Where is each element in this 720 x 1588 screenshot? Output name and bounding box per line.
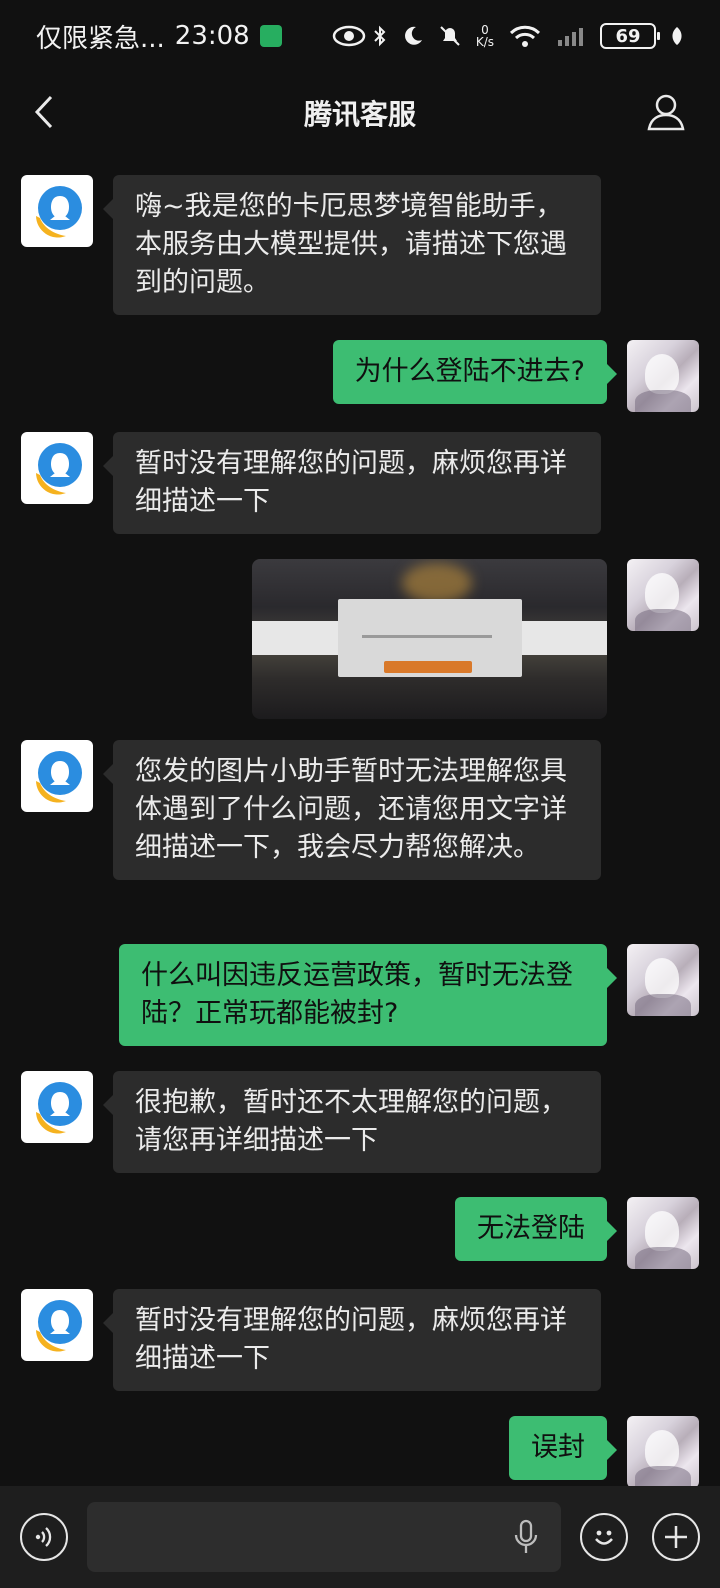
- eye-icon: [332, 25, 365, 47]
- plus-button[interactable]: [652, 1513, 700, 1561]
- message-bubble[interactable]: 暂时没有理解您的问题，麻烦您再详细描述一下: [103, 432, 601, 534]
- message-input[interactable]: [87, 1502, 561, 1572]
- mute-bell-icon: [440, 26, 460, 46]
- tencent-service-icon: [36, 1300, 82, 1352]
- net-speed-unit: K/s: [475, 35, 494, 49]
- tencent-service-icon: [36, 751, 82, 803]
- status-icons: 0 K/s 69: [372, 23, 684, 49]
- image-message[interactable]: [252, 559, 607, 719]
- message-bubble[interactable]: 暂时没有理解您的问题，麻烦您再详细描述一下: [103, 1289, 601, 1391]
- chat-header: 腾讯客服: [0, 72, 720, 154]
- tencent-service-icon: [36, 443, 82, 495]
- bot-avatar[interactable]: [21, 740, 93, 812]
- message-row-bot: 暂时没有理解您的问题，麻烦您再详细描述一下: [21, 432, 601, 534]
- microphone-icon: [514, 1519, 538, 1553]
- carrier-label: 仅限紧急...: [36, 23, 165, 54]
- message-row-user: 什么叫因违反运营政策，暂时无法登陆？正常玩都能被封?: [119, 944, 699, 1046]
- message-row-user: 为什么登陆不进去?: [332, 340, 699, 412]
- message-row-user: 无法登陆: [455, 1197, 699, 1269]
- bot-avatar[interactable]: [21, 1071, 93, 1143]
- back-button[interactable]: [22, 90, 66, 134]
- chat-screen: 仅限紧急... 23:08 0 K/s 69 腾讯客服 嗨~我是您的卡厄思梦境智…: [0, 0, 720, 1588]
- image-dialog-line: [362, 635, 492, 638]
- user-avatar[interactable]: [627, 944, 699, 1016]
- battery-level: 69: [615, 25, 641, 47]
- message-bubble[interactable]: 什么叫因违反运营政策，暂时无法登陆？正常玩都能被封?: [119, 944, 617, 1046]
- message-bubble[interactable]: 误封: [509, 1416, 617, 1480]
- image-dialog-button: [384, 661, 472, 673]
- input-bar: [0, 1486, 720, 1588]
- message-row-user: [252, 559, 699, 719]
- bluetooth-icon: [374, 25, 386, 47]
- message-row-user: 误封: [509, 1416, 699, 1486]
- page-title: 腾讯客服: [303, 98, 416, 131]
- message-row-bot: 嗨~我是您的卡厄思梦境智能助手，本服务由大模型提供，请描述下您遇到的问题。: [21, 175, 601, 315]
- signal-icon: [558, 28, 583, 46]
- hourglass-icon: [259, 25, 282, 47]
- chevron-left-icon: [34, 95, 53, 129]
- message-bubble[interactable]: 嗨~我是您的卡厄思梦境智能助手，本服务由大模型提供，请描述下您遇到的问题。: [103, 175, 601, 315]
- message-bubble[interactable]: 很抱歉，暂时还不太理解您的问题，请您再详细描述一下: [103, 1071, 601, 1173]
- message-row-bot: 您发的图片小助手暂时无法理解您具体遇到了什么问题，还请您用文字详细描述一下，我会…: [21, 740, 601, 880]
- status-bar: 仅限紧急... 23:08 0 K/s 69: [0, 0, 720, 72]
- profile-button[interactable]: [640, 86, 692, 138]
- moon-icon: [404, 26, 422, 45]
- battery-indicator: 69: [600, 23, 660, 49]
- message-row-bot: 暂时没有理解您的问题，麻烦您再详细描述一下: [21, 1289, 601, 1391]
- user-avatar[interactable]: [627, 559, 699, 631]
- leaf-icon: [672, 27, 682, 45]
- voice-icon: [35, 1527, 52, 1547]
- bot-avatar[interactable]: [21, 175, 93, 247]
- user-avatar[interactable]: [627, 1197, 699, 1269]
- image-glow: [402, 563, 472, 603]
- voice-button[interactable]: [20, 1513, 68, 1561]
- emoji-icon: [595, 1530, 613, 1545]
- person-icon: [647, 94, 685, 131]
- bot-avatar[interactable]: [21, 432, 93, 504]
- mic-button[interactable]: [512, 1518, 540, 1556]
- message-bubble[interactable]: 无法登陆: [455, 1197, 617, 1261]
- emoji-button[interactable]: [580, 1513, 628, 1561]
- plus-icon: [665, 1526, 687, 1548]
- tencent-service-icon: [36, 1082, 82, 1134]
- message-bubble[interactable]: 您发的图片小助手暂时无法理解您具体遇到了什么问题，还请您用文字详细描述一下，我会…: [103, 740, 601, 880]
- user-avatar[interactable]: [627, 340, 699, 412]
- wifi-icon: [509, 25, 541, 47]
- bot-avatar[interactable]: [21, 1289, 93, 1361]
- message-row-bot: 很抱歉，暂时还不太理解您的问题，请您再详细描述一下: [21, 1071, 601, 1173]
- message-bubble[interactable]: 为什么登陆不进去?: [332, 340, 618, 404]
- net-speed: 0 K/s: [476, 24, 494, 48]
- message-list[interactable]: 嗨~我是您的卡厄思梦境智能助手，本服务由大模型提供，请描述下您遇到的问题。 为什…: [0, 154, 720, 1486]
- user-avatar[interactable]: [627, 1416, 699, 1486]
- tencent-service-icon: [36, 186, 82, 238]
- status-time: 23:08: [174, 21, 250, 51]
